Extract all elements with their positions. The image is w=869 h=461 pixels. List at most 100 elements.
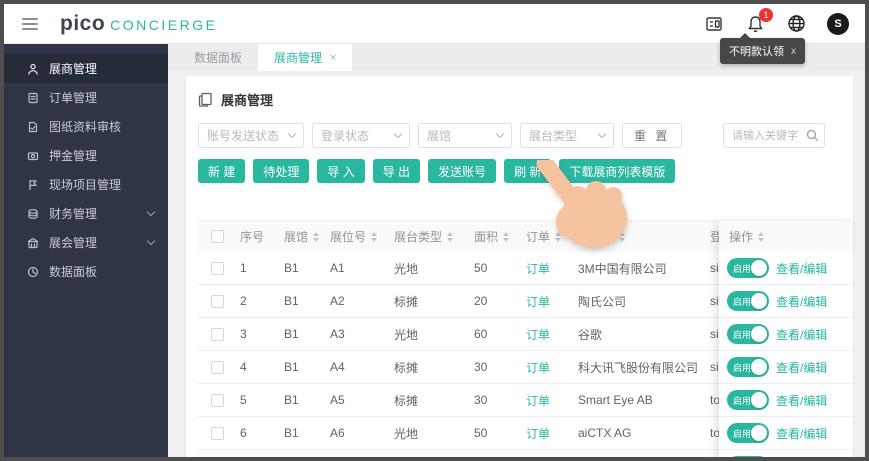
row-checkbox[interactable] bbox=[210, 393, 224, 407]
sidebar-item-label: 押金管理 bbox=[49, 149, 98, 163]
header-no: 序号 bbox=[240, 230, 265, 244]
operation-fixed-column: 操作 启用 查看/编辑 启用 查看/编辑 启用 查看/编辑 启用 查看/编辑 启… bbox=[719, 220, 853, 457]
toggle-knob bbox=[751, 293, 767, 309]
cell-no: 6 bbox=[240, 426, 247, 440]
reset-button[interactable]: 重 置 bbox=[622, 123, 683, 148]
sort-icon[interactable] bbox=[447, 231, 454, 242]
header-type: 展台类型 bbox=[394, 230, 443, 244]
select-all-checkbox[interactable] bbox=[210, 230, 224, 243]
onsite-project-icon bbox=[26, 178, 39, 191]
account-send-status-select[interactable]: 账号发送状态 bbox=[198, 123, 304, 148]
pointer-hand-cursor bbox=[536, 160, 627, 248]
header-booth: 展位号 bbox=[330, 230, 367, 244]
sidebar-item-deposit-mgmt[interactable]: 押金管理 bbox=[4, 141, 168, 170]
import-button[interactable]: 导 入 bbox=[317, 159, 365, 183]
header-action: 操作 bbox=[719, 220, 853, 252]
select-placeholder: 展台类型 bbox=[529, 129, 578, 143]
tab-exhibitor-mgmt[interactable]: 展商管理 × bbox=[258, 44, 353, 71]
claim-form-icon[interactable] bbox=[704, 14, 724, 34]
sidebar-item-finance-mgmt[interactable]: 财务管理 bbox=[4, 199, 168, 228]
new-button[interactable]: 新 建 bbox=[198, 159, 246, 183]
enable-toggle[interactable]: 启用 bbox=[727, 258, 769, 278]
enable-toggle[interactable]: 启用 bbox=[727, 456, 769, 457]
enable-toggle[interactable]: 启用 bbox=[727, 390, 769, 410]
chevron-down-icon bbox=[495, 129, 505, 139]
view-edit-link[interactable]: 查看/编辑 bbox=[776, 326, 827, 343]
cell-no: 3 bbox=[240, 327, 247, 341]
row-checkbox[interactable] bbox=[210, 360, 224, 374]
sort-icon[interactable] bbox=[503, 231, 510, 242]
sidebar-item-exhibitor-mgmt[interactable]: 展商管理 bbox=[4, 54, 168, 83]
cell-no: 1 bbox=[240, 261, 247, 275]
row-checkbox[interactable] bbox=[210, 426, 224, 440]
enable-toggle[interactable]: 启用 bbox=[727, 324, 769, 344]
enable-toggle[interactable]: 启用 bbox=[727, 291, 769, 311]
send-account-button[interactable]: 发送账号 bbox=[428, 159, 497, 183]
sidebar-item-onsite-project-mgmt[interactable]: 现场项目管理 bbox=[4, 170, 168, 199]
pending-button[interactable]: 待处理 bbox=[253, 159, 310, 183]
chevron-down-icon bbox=[597, 129, 607, 139]
toggle-knob bbox=[751, 260, 767, 276]
logo: pico CONCIERGE bbox=[60, 12, 217, 36]
cell-exhibitor-name: 科大讯飞股份有限公司 bbox=[578, 360, 699, 375]
sidebar-item-order-mgmt[interactable]: 订单管理 bbox=[4, 83, 168, 112]
exhibitor-table: 序号 展馆 展位号 展台类型 面积 订单 展商名 登录账号 1 bbox=[198, 220, 853, 457]
export-button[interactable]: 导 出 bbox=[372, 159, 421, 183]
cell-booth: A3 bbox=[330, 327, 345, 341]
page-title: 展商管理 bbox=[221, 93, 274, 108]
enable-toggle[interactable]: 启用 bbox=[727, 357, 769, 377]
documents-icon bbox=[198, 92, 212, 107]
sidebar-item-drawing-review[interactable]: 图纸资料审核 bbox=[4, 112, 168, 141]
cell-area: 20 bbox=[474, 294, 488, 308]
row-checkbox[interactable] bbox=[210, 261, 224, 275]
chevron-down-icon bbox=[287, 129, 297, 139]
tab-data-dashboard[interactable]: 数据面板 bbox=[178, 44, 258, 71]
tab-close-icon[interactable]: × bbox=[330, 52, 336, 64]
sidebar-item-label: 图纸资料审核 bbox=[49, 120, 122, 134]
sort-icon[interactable] bbox=[758, 231, 765, 242]
sidebar-item-data-dashboard[interactable]: 数据面板 bbox=[4, 257, 168, 286]
view-edit-link[interactable]: 查看/编辑 bbox=[776, 293, 827, 310]
logo-pico: pico bbox=[60, 11, 106, 35]
header-hall: 展馆 bbox=[284, 230, 309, 244]
view-edit-link[interactable]: 查看/编辑 bbox=[776, 392, 827, 409]
cell-exhibitor-name: 陶氏公司 bbox=[578, 294, 627, 309]
search-icon[interactable] bbox=[806, 129, 819, 142]
order-link[interactable]: 订单 bbox=[526, 260, 550, 277]
exhibitor-card: 展商管理 账号发送状态 登录状态 展馆 展台类型 重 置 请输入关键字 新 建 … bbox=[186, 76, 853, 457]
row-checkbox[interactable] bbox=[210, 294, 224, 308]
sort-icon[interactable] bbox=[313, 231, 320, 242]
order-link[interactable]: 订单 bbox=[526, 425, 550, 442]
operation-cell: 启用 查看/编辑 bbox=[719, 351, 853, 384]
enable-toggle[interactable]: 启用 bbox=[727, 423, 769, 443]
finance-icon bbox=[26, 207, 39, 220]
view-edit-link[interactable]: 查看/编辑 bbox=[776, 260, 827, 277]
user-avatar[interactable]: S bbox=[827, 12, 849, 35]
row-checkbox[interactable] bbox=[210, 327, 224, 341]
language-globe-icon[interactable] bbox=[786, 14, 806, 34]
hall-select[interactable]: 展馆 bbox=[418, 123, 512, 148]
notification-bell-icon[interactable]: 1 bbox=[745, 7, 773, 34]
cell-booth: A2 bbox=[330, 294, 345, 308]
order-link[interactable]: 订单 bbox=[526, 392, 550, 409]
sidebar-item-label: 订单管理 bbox=[49, 91, 98, 105]
cell-type: 光地 bbox=[394, 261, 419, 276]
cell-hall: B1 bbox=[284, 327, 299, 341]
order-link[interactable]: 订单 bbox=[526, 359, 550, 376]
cell-exhibitor-name: 3M中国有限公司 bbox=[578, 261, 667, 276]
cell-area: 60 bbox=[474, 327, 488, 341]
hamburger-menu-icon[interactable] bbox=[22, 17, 38, 30]
tooltip-close-icon[interactable]: x bbox=[791, 46, 796, 57]
action-buttons-row: 新 建 待处理 导 入 导 出 发送账号 刷 新 下载展商列表模版 bbox=[198, 159, 843, 183]
login-status-select[interactable]: 登录状态 bbox=[312, 123, 410, 148]
order-link[interactable]: 订单 bbox=[526, 326, 550, 343]
sort-icon[interactable] bbox=[371, 231, 378, 242]
exhibition-icon bbox=[26, 236, 39, 249]
view-edit-link[interactable]: 查看/编辑 bbox=[776, 425, 827, 442]
sidebar-item-exhibition-mgmt[interactable]: 展会管理 bbox=[4, 228, 168, 257]
view-edit-link[interactable]: 查看/编辑 bbox=[776, 359, 827, 376]
sidebar-item-label: 展会管理 bbox=[49, 236, 98, 250]
order-link[interactable]: 订单 bbox=[526, 293, 550, 310]
cell-exhibitor-name: 谷歌 bbox=[578, 327, 603, 342]
booth-type-select[interactable]: 展台类型 bbox=[520, 123, 614, 148]
